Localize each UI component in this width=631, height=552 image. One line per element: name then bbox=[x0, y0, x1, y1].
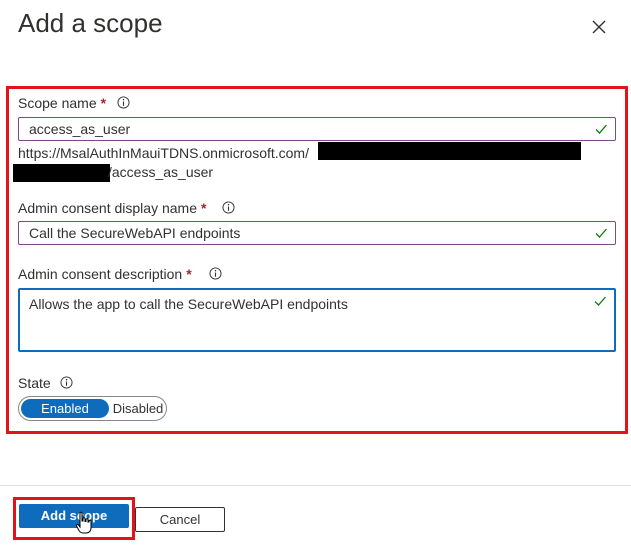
state-label: State bbox=[18, 375, 51, 391]
close-icon[interactable] bbox=[589, 17, 609, 37]
required-marker: * bbox=[100, 95, 107, 111]
scope-uri-suffix: /access_as_user bbox=[108, 164, 214, 180]
add-scope-highlight: Add scope bbox=[13, 497, 135, 540]
footer-divider bbox=[0, 485, 631, 486]
cancel-button[interactable]: Cancel bbox=[135, 507, 225, 532]
info-icon[interactable] bbox=[60, 376, 73, 389]
hand-cursor-icon bbox=[75, 511, 92, 534]
redacted-block bbox=[13, 164, 110, 182]
admin-consent-display-name-input[interactable]: Call the SecureWebAPI endpoints bbox=[18, 221, 616, 245]
required-marker: * bbox=[201, 200, 207, 216]
scope-uri-prefix: https://MsalAuthInMauiTDNS.onmicrosoft.c… bbox=[18, 145, 309, 161]
admin-consent-display-name-value: Call the SecureWebAPI endpoints bbox=[29, 225, 241, 241]
scope-name-label: Scope name * bbox=[18, 95, 107, 111]
state-toggle[interactable]: Enabled Disabled bbox=[18, 396, 167, 421]
scope-name-value: access_as_user bbox=[29, 121, 131, 137]
state-option-enabled[interactable]: Enabled bbox=[21, 399, 109, 418]
info-icon[interactable] bbox=[209, 267, 222, 280]
panel-title: Add a scope bbox=[18, 8, 163, 38]
admin-consent-description-label: Admin consent description * bbox=[18, 266, 192, 282]
required-marker: * bbox=[186, 266, 192, 282]
state-option-disabled[interactable]: Disabled bbox=[111, 399, 165, 418]
admin-consent-display-name-label: Admin consent display name * bbox=[18, 200, 207, 216]
scope-name-input[interactable]: access_as_user bbox=[18, 117, 616, 141]
add-scope-button[interactable]: Add scope bbox=[19, 504, 129, 528]
info-icon[interactable] bbox=[117, 96, 130, 109]
checkmark-icon bbox=[595, 124, 607, 134]
checkmark-icon bbox=[594, 296, 606, 306]
admin-consent-description-value: Allows the app to call the SecureWebAPI … bbox=[29, 296, 348, 312]
checkmark-icon bbox=[595, 228, 607, 238]
admin-consent-description-textarea[interactable]: Allows the app to call the SecureWebAPI … bbox=[18, 288, 616, 352]
info-icon[interactable] bbox=[222, 201, 235, 214]
redacted-block bbox=[318, 142, 581, 160]
